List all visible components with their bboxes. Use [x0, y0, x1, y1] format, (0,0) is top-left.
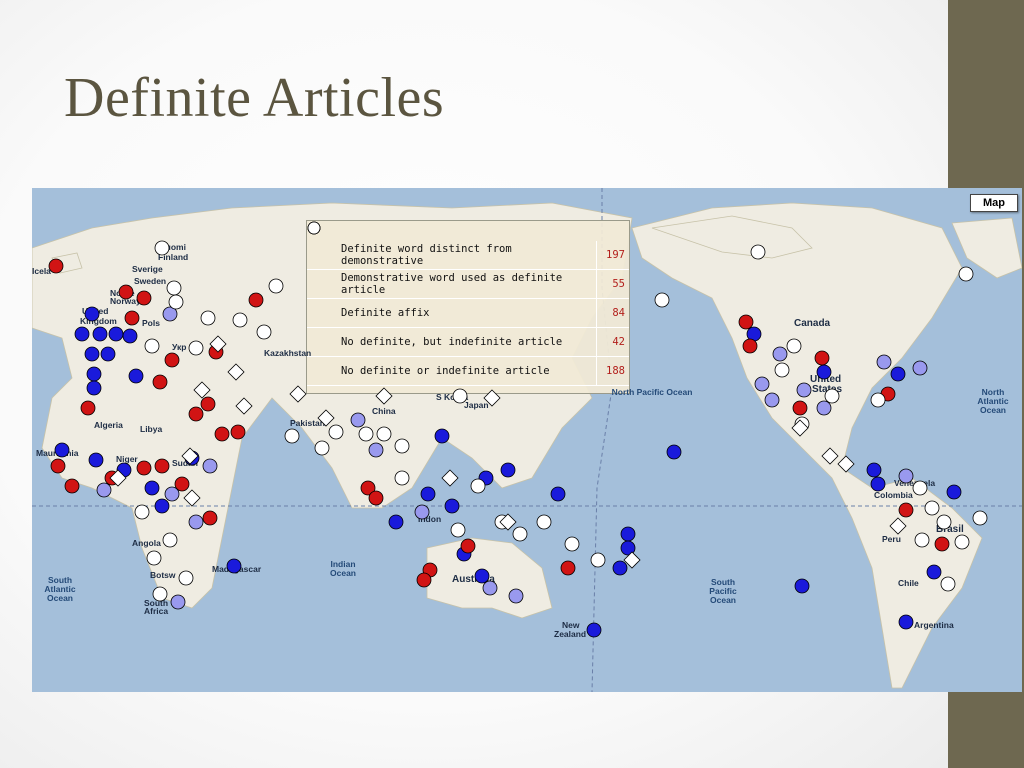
legend-row: Definite affix 84 [307, 221, 629, 328]
place-label: Niger [116, 454, 138, 464]
ocean-label: North Pacific Ocean [611, 387, 693, 397]
legend-row: Demonstrative word used as definite arti… [307, 221, 629, 299]
place-label: Argentina [914, 620, 954, 630]
legend-count: 84 [596, 298, 629, 328]
place-label: United [82, 306, 109, 316]
legend-label: Definite affix [341, 298, 597, 328]
place-label: Pakistan [290, 418, 325, 428]
legend-row: Definite word distinct from demonstrativ… [307, 221, 629, 270]
place-label: Japan [464, 400, 489, 410]
place-label: Sweden [134, 276, 167, 286]
legend-panel: Definite word distinct from demonstrativ… [306, 220, 630, 394]
place-label: Zealand [554, 629, 587, 639]
white-dot-icon [307, 221, 321, 235]
legend-count: 188 [596, 356, 629, 386]
place-label: Canada [794, 318, 831, 329]
ocean-label: North Atlantic Ocean [977, 387, 1009, 415]
legend-count: 55 [596, 269, 629, 299]
legend-label: No definite, but indefinite article [341, 327, 597, 357]
world-map[interactable]: Map Definite word distinct from demonstr… [32, 188, 1022, 692]
place-label: Icela [32, 266, 51, 276]
place-label: Chile [898, 578, 919, 588]
legend-label: Definite word distinct from demonstrativ… [341, 241, 597, 270]
place-label: Pols [142, 318, 160, 328]
place-label: Colombia [874, 490, 913, 500]
place-label: Brasil [936, 524, 964, 535]
legend-label: No definite or indefinite article [341, 356, 597, 386]
place-label: Kazakhstan [264, 348, 312, 358]
map-type-button[interactable]: Map [970, 194, 1018, 212]
place-label: Norway [110, 296, 141, 306]
place-label: Suomi [160, 242, 186, 252]
place-label: Finland [158, 252, 189, 262]
place-label: Madagascar [212, 564, 262, 574]
place-label: Africa [144, 606, 169, 616]
place-label: Indon [418, 514, 442, 524]
place-label: Venezuela [894, 478, 936, 488]
place-label: Mauritania [36, 448, 79, 458]
place-label: Botsw [150, 570, 176, 580]
ocean-label: South Pacific Ocean [709, 577, 737, 605]
place-label: Peru [882, 534, 901, 544]
place-label: Algeria [94, 420, 123, 430]
place-label: Sverige [132, 264, 163, 274]
legend-count: 42 [596, 327, 629, 357]
place-label: Australia [452, 574, 495, 585]
ocean-label: South Atlantic Ocean [44, 575, 76, 603]
place-label: Sudan [172, 458, 198, 468]
place-label: Kingdom [80, 316, 117, 326]
place-label: Libya [140, 424, 163, 434]
legend-row: No definite or indefinite article 188 [307, 221, 629, 386]
slide-title: Definite Articles [64, 67, 445, 129]
place-label: Angola [132, 538, 161, 548]
legend-label: Demonstrative word used as definite arti… [341, 269, 597, 299]
legend-table: Definite word distinct from demonstrativ… [307, 221, 629, 386]
place-label: China [372, 406, 396, 416]
place-label: Укр [172, 342, 187, 352]
ocean-label: Indian Ocean [330, 559, 356, 578]
place-label: States [812, 384, 843, 395]
legend-count: 197 [596, 241, 629, 270]
legend-row: No definite, but indefinite article 42 [307, 221, 629, 357]
